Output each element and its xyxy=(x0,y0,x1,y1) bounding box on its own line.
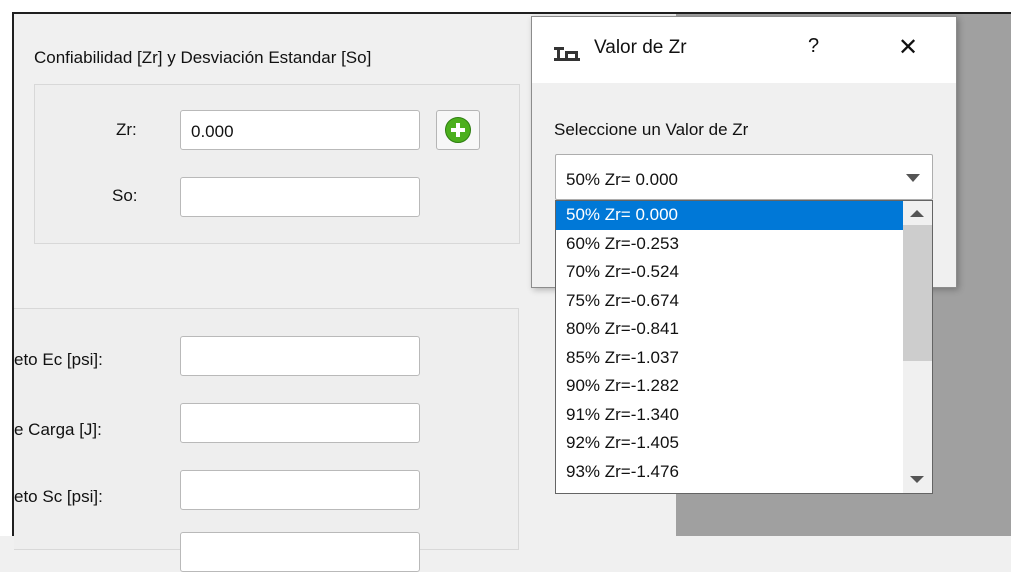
zr-combobox[interactable]: 50% Zr= 0.000 xyxy=(555,154,933,200)
zr-dropdown-list: 50% Zr= 0.000 60% Zr=-0.253 70% Zr=-0.52… xyxy=(555,200,933,494)
plus-circle-icon xyxy=(445,117,471,143)
add-zr-button[interactable] xyxy=(436,110,480,150)
j-field[interactable] xyxy=(180,403,420,443)
so-label: So: xyxy=(112,186,138,205)
dialog-titlebar: Valor de Zr ? ✕ xyxy=(532,17,956,83)
so-field[interactable] xyxy=(180,177,420,217)
dropdown-scrollbar[interactable] xyxy=(903,201,932,493)
list-item[interactable]: 60% Zr=-0.253 xyxy=(556,230,904,259)
list-item[interactable]: 85% Zr=-1.037 xyxy=(556,344,904,373)
list-item[interactable]: 90% Zr=-1.282 xyxy=(556,372,904,401)
list-item[interactable]: 92% Zr=-1.405 xyxy=(556,429,904,458)
group-title: Confiabilidad [Zr] y Desviación Estandar… xyxy=(34,48,372,67)
next-field[interactable] xyxy=(180,532,420,572)
list-item[interactable]: 93% Zr=-1.476 xyxy=(556,458,904,487)
list-item[interactable]: 91% Zr=-1.340 xyxy=(556,401,904,430)
ec-field[interactable] xyxy=(180,336,420,376)
scroll-up-icon[interactable] xyxy=(910,210,924,217)
sc-field[interactable] xyxy=(180,470,420,510)
help-button[interactable]: ? xyxy=(808,35,819,58)
groupbox-zr-so xyxy=(34,84,520,244)
scrollbar-thumb[interactable] xyxy=(903,225,932,361)
sc-label: eto Sc [psi]: xyxy=(14,487,103,506)
zr-field[interactable]: 0.000 xyxy=(180,110,420,150)
zr-label: Zr: xyxy=(116,120,137,139)
dialog-title: Valor de Zr xyxy=(594,37,687,58)
window-top-margin xyxy=(0,0,1011,12)
combobox-value: 50% Zr= 0.000 xyxy=(566,170,678,189)
list-item[interactable]: 50% Zr= 0.000 xyxy=(556,201,904,230)
app-logo-icon xyxy=(554,47,580,61)
select-label: Seleccione un Valor de Zr xyxy=(554,120,749,139)
list-item[interactable]: 70% Zr=-0.524 xyxy=(556,258,904,287)
scroll-down-icon[interactable] xyxy=(910,476,924,483)
list-item[interactable]: 80% Zr=-0.841 xyxy=(556,315,904,344)
j-label: e Carga [J]: xyxy=(14,420,102,439)
window-left-margin xyxy=(0,0,12,536)
list-item[interactable]: 75% Zr=-0.674 xyxy=(556,287,904,316)
chevron-down-icon[interactable] xyxy=(906,174,920,182)
close-button[interactable]: ✕ xyxy=(898,33,918,62)
ec-label: eto Ec [psi]: xyxy=(14,350,103,369)
